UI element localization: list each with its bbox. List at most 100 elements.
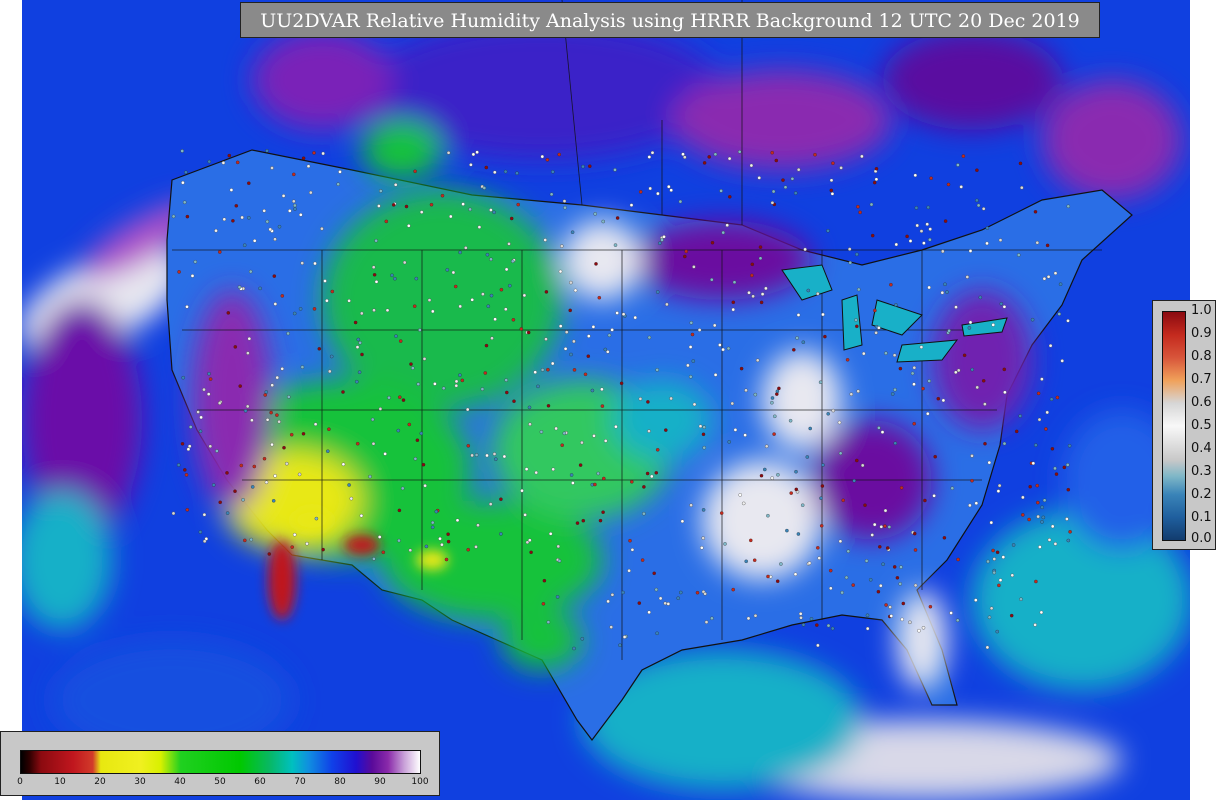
observation-dot [912, 421, 916, 426]
obs-tick-label: 0.2 [1191, 487, 1212, 502]
observation-dot [356, 337, 361, 342]
observation-dot [887, 525, 892, 529]
observation-dot [816, 546, 820, 550]
observation-dot [182, 200, 187, 205]
observation-dot [431, 309, 435, 314]
observation-dot [475, 150, 479, 154]
observation-dot [534, 470, 538, 475]
observation-dot [217, 401, 222, 405]
observation-dot [650, 150, 655, 155]
observation-dot [777, 386, 781, 391]
observation-dot [293, 207, 297, 211]
observation-dot [325, 298, 329, 303]
observation-dot [830, 192, 835, 196]
observation-dot [569, 473, 574, 477]
observation-dot [258, 286, 262, 291]
observation-dot [186, 447, 191, 451]
observation-dot [987, 615, 992, 620]
observation-dot [1042, 276, 1047, 281]
rh-tick-label: 30 [134, 777, 146, 787]
rh-colorbar: 0 10 20 30 40 50 60 70 80 90 100 [0, 731, 440, 796]
observation-dot [202, 512, 207, 517]
observation-dot [486, 304, 491, 308]
observation-dot [603, 347, 608, 352]
observation-dot [1018, 414, 1022, 418]
observation-dot [642, 511, 646, 516]
observation-dot [892, 565, 897, 569]
rh-tick-label: 0 [17, 777, 23, 787]
observation-dot [873, 308, 877, 313]
observation-dot [421, 462, 426, 467]
observation-dot [185, 305, 189, 309]
observation-dot [273, 474, 277, 478]
observation-dot [546, 404, 551, 408]
observation-dot [400, 486, 405, 491]
observation-dot [701, 432, 706, 437]
observation-dot [482, 186, 487, 190]
observation-dot [233, 489, 237, 493]
observation-dot [470, 453, 474, 458]
observation-dot [666, 602, 671, 606]
observation-dot [320, 226, 324, 231]
observation-dot [563, 205, 567, 210]
observation-dot [795, 336, 799, 340]
observation-dot [818, 380, 823, 384]
observation-dot [856, 389, 860, 393]
observation-dot [908, 239, 913, 243]
observation-dot [237, 285, 242, 289]
observation-dot [800, 503, 805, 507]
observation-dot [1066, 487, 1071, 492]
observation-dot [928, 604, 933, 609]
observation-dot [655, 290, 660, 294]
observation-dot [877, 426, 881, 430]
observation-dot [430, 520, 435, 525]
obs-tick-label: 0.9 [1191, 326, 1212, 341]
observation-dot [1050, 524, 1055, 529]
observation-dot [759, 300, 764, 305]
observation-dot [329, 354, 334, 359]
observation-dot [877, 326, 881, 330]
observation-dot [235, 160, 240, 165]
observation-dot [269, 410, 273, 415]
observation-dot [738, 493, 742, 497]
observation-dot [277, 419, 281, 424]
observation-dot [377, 204, 381, 208]
rh-tick-label: 100 [411, 777, 429, 787]
observation-dot [370, 417, 375, 422]
observation-dot [502, 454, 507, 459]
observation-dot [739, 366, 744, 371]
observation-dot [647, 155, 652, 159]
observation-dot [956, 368, 961, 373]
observation-dot [770, 150, 774, 155]
observation-dot [297, 472, 302, 477]
observation-dot [698, 424, 703, 428]
observation-dot [775, 579, 780, 583]
observation-dot [341, 390, 345, 394]
observation-dot [985, 226, 990, 230]
observation-dot [245, 404, 250, 409]
observation-dot [796, 313, 801, 317]
observation-dot [360, 352, 364, 357]
observation-dot [658, 241, 662, 245]
observation-dot [292, 172, 296, 177]
observation-dot [248, 269, 253, 274]
observation-dot [830, 626, 835, 631]
observation-dot [601, 219, 605, 224]
observation-dot [247, 336, 252, 341]
observation-dot [252, 464, 257, 469]
observation-dot [793, 572, 798, 576]
observation-dot [728, 195, 732, 199]
observation-dot [950, 486, 955, 490]
observation-dot [900, 617, 904, 622]
observation-dot [776, 473, 780, 477]
observation-dot [692, 265, 696, 269]
observation-dot [1035, 483, 1039, 488]
observation-dot [572, 368, 577, 372]
observation-dot [1053, 542, 1058, 546]
observation-dot [667, 184, 671, 189]
observation-dot [499, 497, 503, 501]
observation-dot [184, 473, 189, 477]
observation-dot [471, 152, 476, 157]
observation-color-ramp [1162, 311, 1186, 541]
observation-dot [865, 613, 870, 618]
